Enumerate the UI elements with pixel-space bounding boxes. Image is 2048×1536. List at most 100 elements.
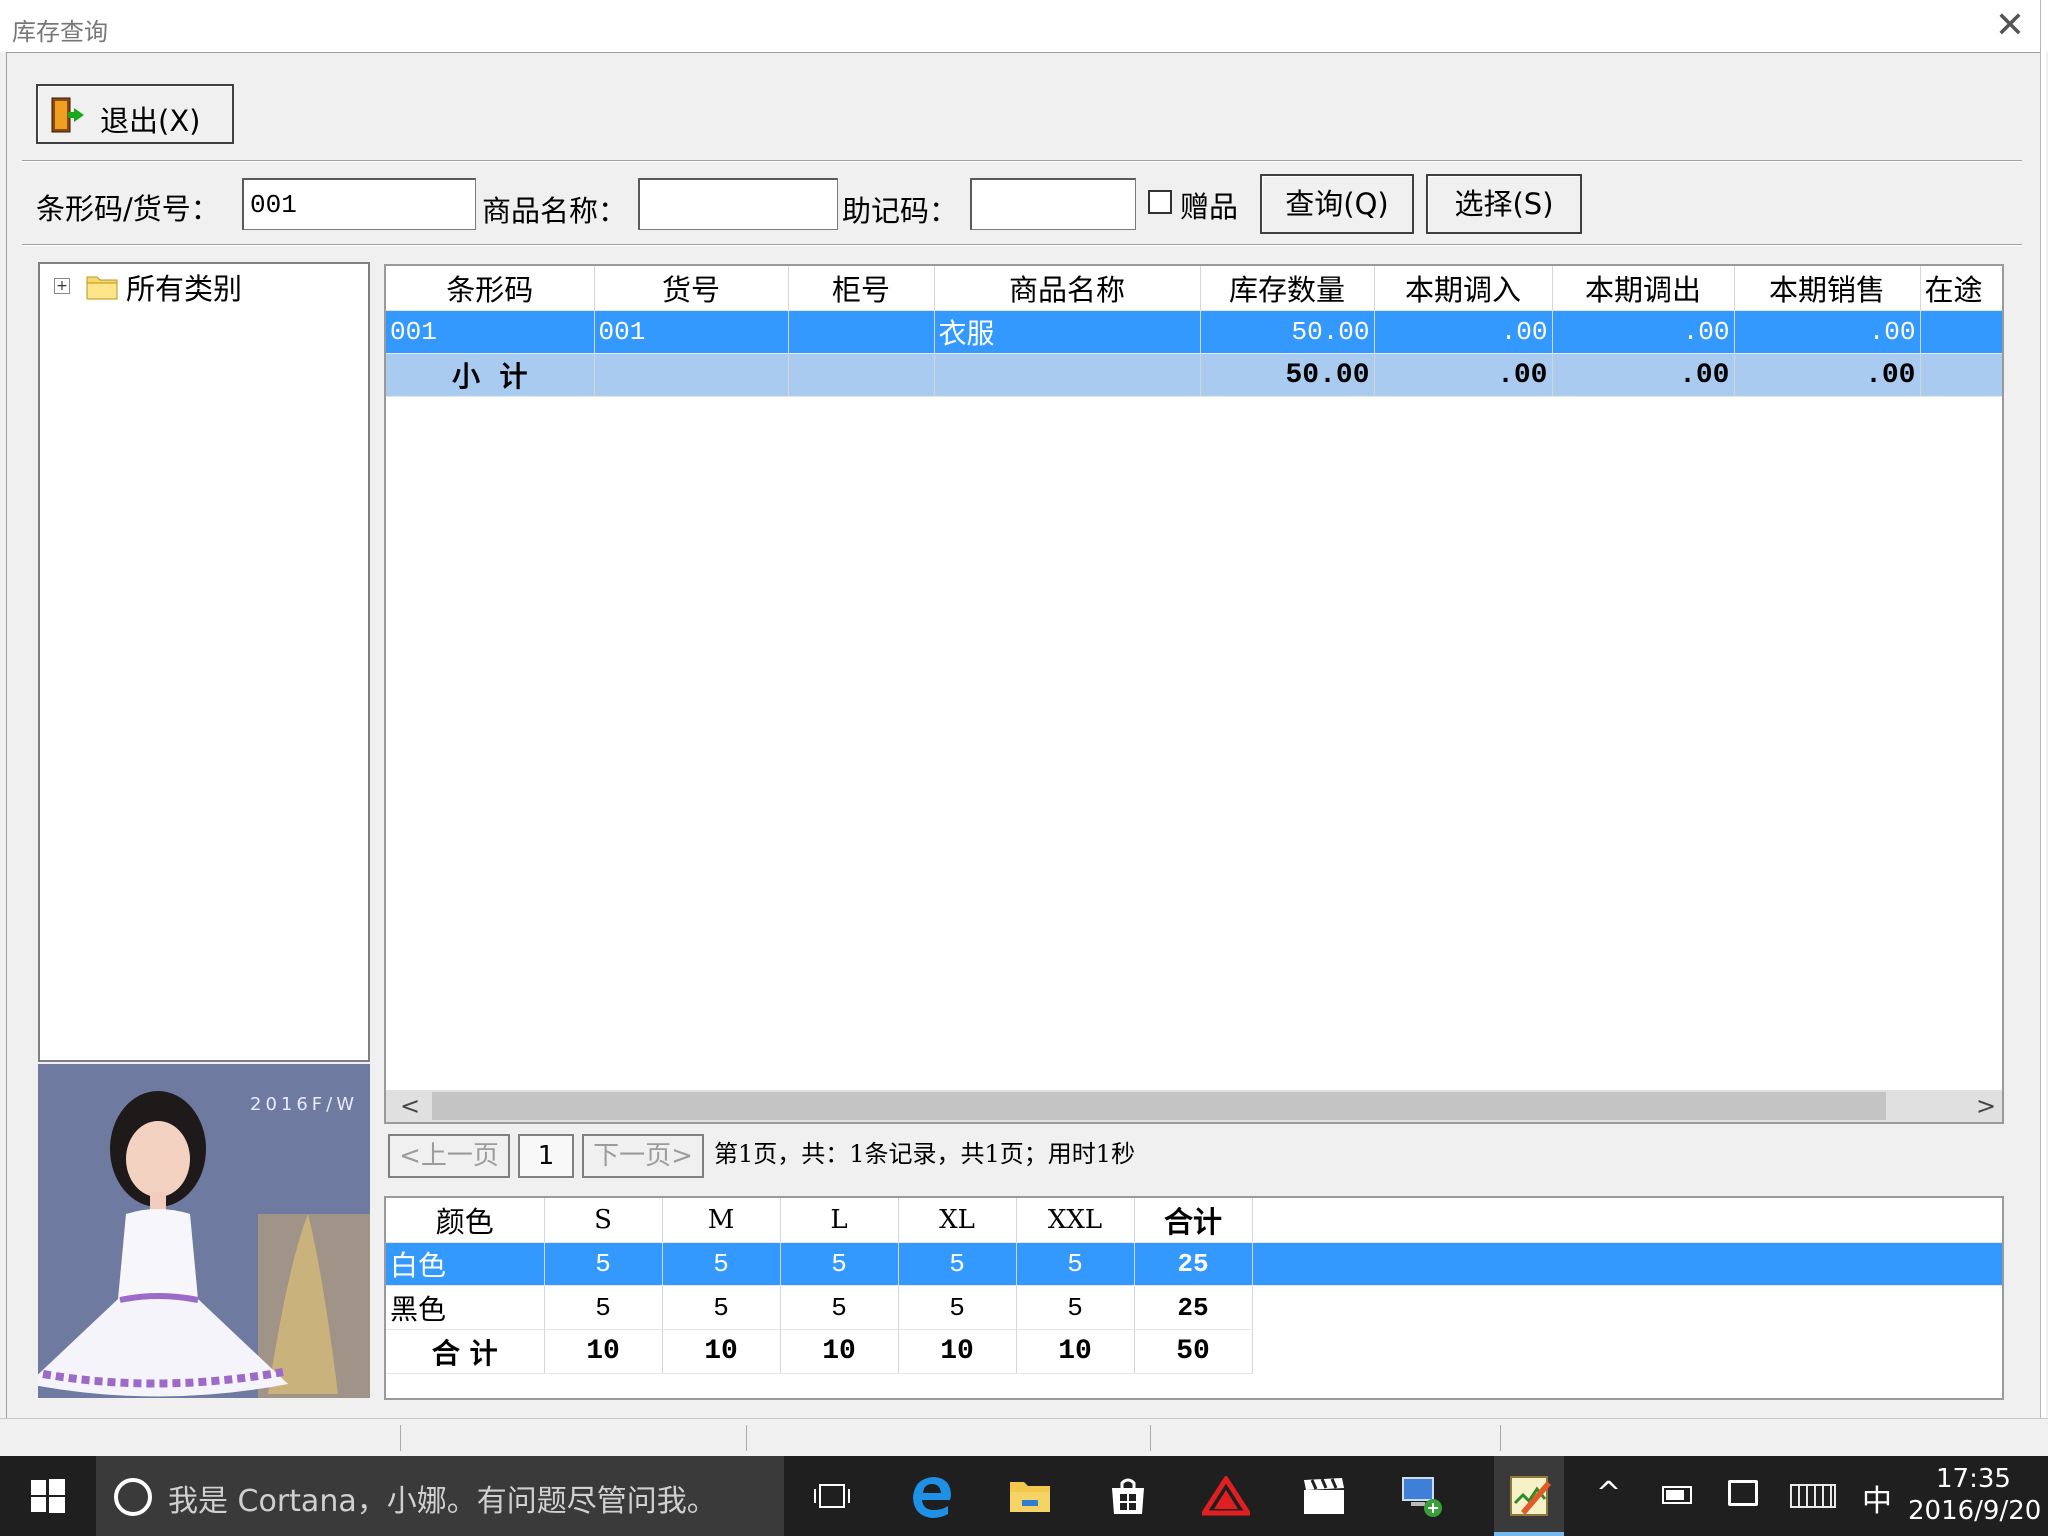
size-row[interactable]: 黑色 5 5 5 5 5 25 xyxy=(386,1285,2002,1330)
grand-total-cell: 50 xyxy=(1134,1329,1253,1374)
column-header[interactable]: 本期调入 xyxy=(1374,266,1553,311)
size-qty-cell: 5 xyxy=(780,1242,899,1286)
size-qty-cell: 5 xyxy=(1016,1242,1135,1286)
size-total-row: 合 计 10 10 10 10 10 50 xyxy=(386,1329,2002,1374)
subtotal-label: 小 计 xyxy=(386,353,595,397)
windows-start-icon[interactable] xyxy=(20,1468,76,1524)
query-button[interactable]: 查询(Q) xyxy=(1260,174,1414,234)
size-color-grid[interactable]: 颜色 S M L XL XXL 合计 白色 5 5 5 5 5 25 黑色 5 … xyxy=(384,1196,2004,1400)
tray-overflow-icon[interactable]: ^ xyxy=(1596,1476,1621,1511)
size-total-cell: 10 xyxy=(780,1329,899,1374)
cortana-search-text: 我是 Cortana，小娜。有问题尽管问我。 xyxy=(168,1484,717,1519)
gift-checkbox[interactable] xyxy=(1148,190,1172,214)
size-total-cell: 10 xyxy=(662,1329,781,1374)
size-qty-cell: 5 xyxy=(1016,1285,1135,1330)
cell-transfer-out: .00 xyxy=(1552,310,1735,354)
column-header[interactable]: 本期调出 xyxy=(1552,266,1735,311)
exit-button[interactable]: 退出(X) xyxy=(36,84,234,144)
category-tree[interactable]: + 所有类别 xyxy=(38,262,370,1062)
clock-time[interactable]: 17:35 xyxy=(1936,1464,2011,1494)
photo-caption: 2016F/W xyxy=(250,1094,359,1115)
column-header[interactable]: 条形码 xyxy=(386,266,595,311)
cell-in-transit xyxy=(1920,310,2002,354)
mnemonic-input[interactable] xyxy=(970,178,1136,230)
scroll-right-icon[interactable]: > xyxy=(1976,1092,1996,1120)
column-header[interactable]: 本期销售 xyxy=(1734,266,1921,311)
table-row[interactable]: 001 001 衣服 50.00 .00 .00 .00 xyxy=(386,310,2002,354)
cell-barcode: 001 xyxy=(386,310,595,354)
column-header[interactable]: 在途 xyxy=(1920,266,2002,311)
scrollbar-thumb[interactable] xyxy=(432,1092,1886,1120)
scroll-left-icon[interactable]: < xyxy=(400,1092,420,1120)
product-image: 2016F/W xyxy=(38,1064,370,1398)
status-divider xyxy=(1150,1425,1151,1451)
size-total-cell: 10 xyxy=(544,1329,663,1374)
size-header: XL xyxy=(898,1198,1017,1243)
toolbar-separator xyxy=(22,160,2022,162)
subtotal-sales: .00 xyxy=(1734,353,1921,397)
active-app-highlight[interactable] xyxy=(1494,1456,1564,1536)
file-explorer-icon[interactable] xyxy=(1002,1468,1058,1524)
red-app-icon[interactable] xyxy=(1198,1468,1254,1524)
size-table-header: 颜色 S M L XL XXL 合计 xyxy=(386,1198,2002,1243)
size-header: M xyxy=(662,1198,781,1243)
column-header[interactable]: 商品名称 xyxy=(934,266,1201,311)
size-row-selected[interactable]: 白色 5 5 5 5 5 25 xyxy=(386,1242,2002,1286)
cortana-search-box[interactable]: 我是 Cortana，小娜。有问题尽管问我。 xyxy=(96,1456,784,1536)
size-qty-cell: 5 xyxy=(544,1242,663,1286)
column-header[interactable]: 柜号 xyxy=(788,266,935,311)
mnemonic-label: 助记码： xyxy=(842,194,959,228)
stock-table-header: 条形码 货号 柜号 商品名称 库存数量 本期调入 本期调出 本期销售 在途 xyxy=(386,266,2002,311)
gift-label: 赠品 xyxy=(1180,190,1239,224)
video-clapper-icon[interactable] xyxy=(1296,1468,1352,1524)
size-qty-cell: 5 xyxy=(662,1285,781,1330)
row-total-cell: 25 xyxy=(1134,1242,1253,1286)
clock-date[interactable]: 2016/9/20 xyxy=(1908,1496,2041,1526)
subtotal-stock-qty: 50.00 xyxy=(1200,353,1375,397)
stock-table: 条形码 货号 柜号 商品名称 库存数量 本期调入 本期调出 本期销售 在途 00… xyxy=(386,266,2002,397)
action-center-icon[interactable] xyxy=(1728,1480,1758,1506)
folder-icon xyxy=(86,272,118,300)
stock-grid[interactable]: 条形码 货号 柜号 商品名称 库存数量 本期调入 本期调出 本期销售 在途 00… xyxy=(384,264,2004,1124)
status-strip xyxy=(0,1418,2048,1456)
row-total-cell: 25 xyxy=(1134,1285,1253,1330)
subtotal-cell xyxy=(788,353,935,397)
barcode-input[interactable] xyxy=(242,178,476,230)
select-button-label: 选择(S) xyxy=(1454,187,1554,221)
page-number-input[interactable]: 1 xyxy=(518,1134,574,1178)
horizontal-scrollbar[interactable]: < > xyxy=(386,1090,2002,1122)
row-filler xyxy=(1252,1242,2002,1286)
column-header[interactable]: 库存数量 xyxy=(1200,266,1375,311)
column-header[interactable]: 货号 xyxy=(594,266,789,311)
tree-root-label[interactable]: 所有类别 xyxy=(126,266,242,308)
product-name-input[interactable] xyxy=(638,178,838,230)
cell-item-no: 001 xyxy=(594,310,789,354)
ime-indicator[interactable]: 中 xyxy=(1862,1476,1892,1520)
close-icon[interactable]: ✕ xyxy=(1990,6,2030,46)
size-header: XXL xyxy=(1016,1198,1135,1243)
edge-browser-icon[interactable] xyxy=(904,1468,960,1524)
select-button[interactable]: 选择(S) xyxy=(1426,174,1582,234)
cortana-icon xyxy=(114,1478,152,1516)
row-filler xyxy=(1252,1286,2002,1330)
title-bar: 库存查询 ✕ xyxy=(0,0,2048,52)
network-pc-icon[interactable] xyxy=(1394,1468,1450,1524)
store-icon[interactable] xyxy=(1100,1468,1156,1524)
search-separator xyxy=(22,244,2022,246)
size-qty-cell: 5 xyxy=(544,1285,663,1330)
size-qty-cell: 5 xyxy=(898,1285,1017,1330)
size-total-cell: 10 xyxy=(898,1329,1017,1374)
next-page-button[interactable]: 下一页> xyxy=(582,1134,704,1178)
task-view-icon[interactable] xyxy=(804,1468,860,1524)
cell-stock-qty: 50.00 xyxy=(1200,310,1375,354)
cell-transfer-in: .00 xyxy=(1374,310,1553,354)
size-header: 颜色 xyxy=(386,1198,545,1243)
size-header: 合计 xyxy=(1134,1198,1253,1243)
battery-icon[interactable] xyxy=(1662,1486,1692,1504)
exit-door-icon xyxy=(50,96,86,134)
color-cell: 黑色 xyxy=(386,1285,545,1330)
keyboard-icon[interactable] xyxy=(1790,1484,1836,1508)
size-header: L xyxy=(780,1198,899,1243)
prev-page-button[interactable]: <上一页 xyxy=(388,1134,510,1178)
tree-expand-icon[interactable]: + xyxy=(54,278,70,294)
